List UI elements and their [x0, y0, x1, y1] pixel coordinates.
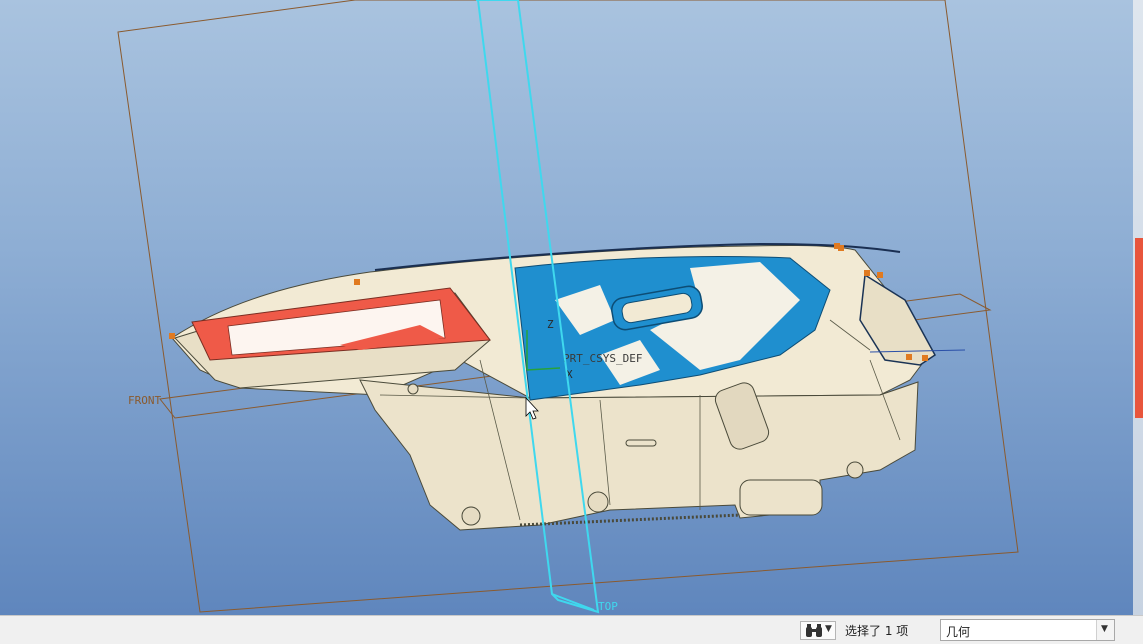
- datum-point[interactable]: [922, 355, 928, 361]
- csys-z-label: Z: [547, 318, 554, 331]
- datum-point[interactable]: [906, 354, 912, 360]
- right-panel-tab[interactable]: [1135, 238, 1143, 418]
- find-button[interactable]: ▼: [800, 621, 836, 640]
- chevron-down-icon[interactable]: ▼: [825, 624, 832, 634]
- screw-boss-2: [587, 491, 609, 513]
- datum-point[interactable]: [169, 333, 175, 339]
- screw-boss-4: [407, 383, 419, 395]
- selection-filter-dropdown[interactable]: 几何 ▼: [940, 619, 1115, 641]
- top-plane-label: TOP: [598, 600, 618, 613]
- model-lower-body[interactable]: [359, 379, 919, 531]
- model-canvas[interactable]: FRONT Z X PRT_CSYS_DEF TOP: [0, 0, 1143, 615]
- filter-value: 几何: [946, 625, 971, 639]
- datum-point[interactable]: [877, 272, 883, 278]
- screw-boss-3: [846, 461, 864, 479]
- bottom-foot: [739, 479, 823, 516]
- datum-point[interactable]: [354, 279, 360, 285]
- front-plane-label: FRONT: [128, 394, 161, 407]
- status-bar: ▼ 选择了 1 项 几何 ▼: [0, 615, 1143, 644]
- datum-point[interactable]: [838, 245, 844, 251]
- binoculars-icon: [806, 624, 822, 637]
- selection-status: 选择了 1 项: [845, 624, 909, 638]
- graphics-window[interactable]: FRONT Z X PRT_CSYS_DEF TOP: [0, 0, 1143, 615]
- datum-point[interactable]: [864, 270, 870, 276]
- csys-label: PRT_CSYS_DEF: [563, 352, 642, 365]
- screw-boss-1: [461, 506, 481, 526]
- dropdown-arrow-button[interactable]: ▼: [1096, 620, 1114, 640]
- chevron-down-icon: ▼: [1101, 624, 1108, 634]
- top-plane-edge: [551, 593, 595, 611]
